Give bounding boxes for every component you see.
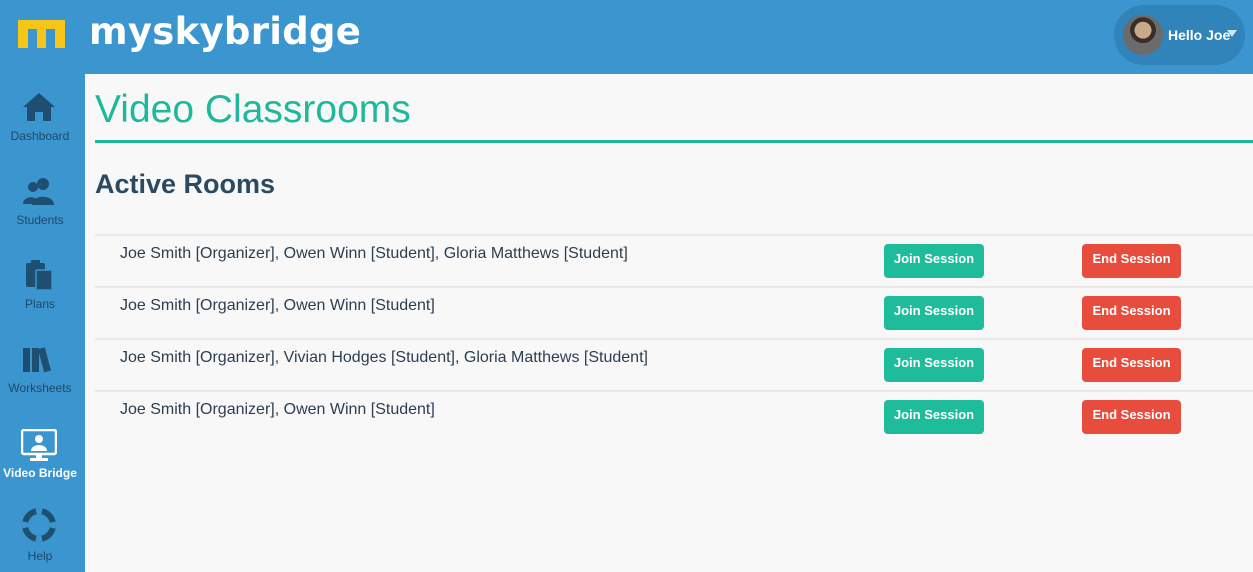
sidebar-item-video-bridge[interactable]: Video Bridge: [0, 413, 85, 497]
top-bar: myskybridge Hello Joe: [0, 0, 1253, 74]
user-menu[interactable]: Hello Joe: [1114, 5, 1245, 65]
join-session-button[interactable]: Join Session: [884, 400, 984, 434]
join-session-button[interactable]: Join Session: [884, 244, 984, 278]
end-session-button[interactable]: End Session: [1082, 244, 1181, 278]
user-greeting: Hello Joe: [1168, 27, 1231, 43]
avatar: [1123, 15, 1163, 55]
sidebar-item-label: Plans: [24, 297, 56, 311]
sidebar-item-worksheets[interactable]: Worksheets: [0, 326, 85, 410]
sidebar-item-plans[interactable]: Plans: [0, 242, 85, 326]
list-item: Joe Smith [Organizer], Vivian Hodges [St…: [95, 338, 1253, 390]
lifebuoy-icon: [22, 508, 56, 542]
room-participants: Joe Smith [Organizer], Owen Winn [Studen…: [120, 401, 435, 418]
rooms-list: Joe Smith [Organizer], Owen Winn [Studen…: [95, 234, 1253, 442]
logo-icon[interactable]: [18, 20, 65, 48]
sidebar-item-label: Students: [16, 213, 64, 227]
sidebar-item-students[interactable]: Students: [0, 158, 85, 242]
list-item: Joe Smith [Organizer], Owen Winn [Studen…: [95, 234, 1253, 286]
sidebar-item-label: Help: [27, 549, 53, 563]
join-session-button[interactable]: Join Session: [884, 296, 984, 330]
end-session-button[interactable]: End Session: [1082, 296, 1181, 330]
room-participants: Joe Smith [Organizer], Vivian Hodges [St…: [120, 349, 648, 366]
title-divider: [95, 140, 1253, 143]
page-title: Video Classrooms: [95, 88, 411, 131]
join-session-button[interactable]: Join Session: [884, 348, 984, 382]
home-icon: [23, 93, 55, 121]
sidebar-item-label: Video Bridge: [3, 466, 77, 480]
users-icon: [23, 178, 54, 205]
end-session-button[interactable]: End Session: [1082, 348, 1181, 382]
sidebar-item-dashboard[interactable]: Dashboard: [0, 74, 85, 158]
room-participants: Joe Smith [Organizer], Owen Winn [Studen…: [120, 297, 435, 314]
books-icon: [23, 347, 51, 373]
list-item: Joe Smith [Organizer], Owen Winn [Studen…: [95, 390, 1253, 442]
sidebar-item-label: Dashboard: [10, 129, 70, 143]
monitor-icon: [21, 429, 57, 461]
list-item: Joe Smith [Organizer], Owen Winn [Studen…: [95, 286, 1253, 338]
section-title: Active Rooms: [95, 169, 276, 199]
end-session-button[interactable]: End Session: [1082, 400, 1181, 434]
room-participants: Joe Smith [Organizer], Owen Winn [Studen…: [120, 245, 628, 262]
sidebar-item-label: Worksheets: [8, 381, 72, 395]
sidebar-item-help[interactable]: Help: [0, 494, 85, 572]
sidebar: Dashboard Students Plans Worksheets Vide…: [0, 74, 85, 572]
brand-name[interactable]: myskybridge: [89, 10, 361, 53]
main-content: Video Classrooms Active Rooms Joe Smith …: [85, 74, 1253, 572]
chevron-down-icon: [1227, 30, 1237, 37]
clipboard-icon: [26, 260, 53, 291]
